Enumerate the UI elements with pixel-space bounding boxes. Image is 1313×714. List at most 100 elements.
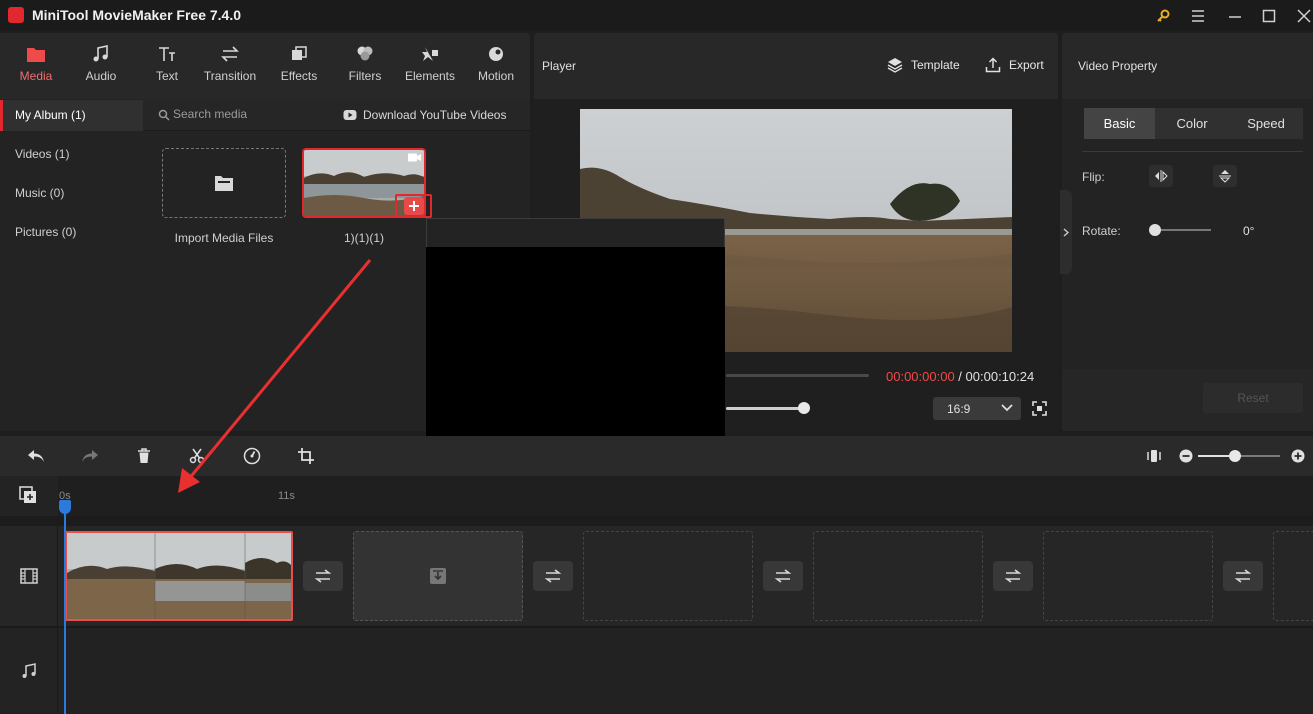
template-button[interactable]: Template [887, 57, 960, 73]
time-separator: / [954, 369, 966, 384]
audio-track-header [0, 628, 58, 714]
property-title: Video Property [1078, 59, 1158, 73]
fit-timeline-button[interactable] [1143, 446, 1165, 466]
key-icon[interactable] [1153, 6, 1173, 26]
undo-icon [28, 450, 44, 462]
zoom-in-icon[interactable] [1291, 449, 1305, 463]
media-search-bar: Download YouTube Videos [143, 99, 530, 131]
tab-media[interactable]: Media [4, 43, 68, 89]
reset-button[interactable]: Reset [1203, 383, 1303, 413]
flip-label: Flip: [1082, 170, 1105, 184]
folder-icon [26, 43, 46, 65]
panel-collapse-handle[interactable] [1060, 190, 1072, 274]
maximize-icon[interactable] [1259, 6, 1279, 26]
chevron-right-icon [1063, 227, 1069, 237]
album-item-my-album[interactable]: My Album (1) [0, 100, 143, 131]
tab-audio[interactable]: Audio [69, 43, 133, 89]
divider [1082, 151, 1303, 152]
menu-icon[interactable] [1188, 6, 1208, 26]
transition-slot-button[interactable] [763, 561, 803, 591]
volume-slider-knob[interactable] [798, 402, 810, 414]
timeline-drop-slot[interactable] [353, 531, 523, 621]
import-media-button[interactable] [162, 148, 286, 218]
minimize-icon[interactable] [1225, 6, 1245, 26]
search-icon [158, 109, 170, 121]
album-item-videos[interactable]: Videos (1) [0, 139, 143, 170]
filters-icon [355, 43, 375, 65]
timeline-empty-slot[interactable] [583, 531, 753, 621]
total-time: 00:00:10:24 [965, 369, 1035, 384]
plus-icon [409, 201, 419, 211]
album-item-pictures[interactable]: Pictures (0) [0, 217, 143, 248]
clip-filmstrip-image [67, 533, 291, 619]
hover-preview-frame [426, 218, 725, 248]
close-icon[interactable] [1294, 6, 1313, 26]
timeline-empty-slot[interactable] [1043, 531, 1213, 621]
tab-filters[interactable]: Filters [333, 43, 397, 89]
current-time: 00:00:00:00 [886, 369, 955, 384]
tab-text[interactable]: Text [135, 43, 199, 89]
hover-preview-window [426, 247, 725, 438]
album-item-music[interactable]: Music (0) [0, 178, 143, 209]
flip-horizontal-button[interactable] [1149, 165, 1173, 187]
volume-slider-track[interactable] [726, 407, 804, 410]
aspect-ratio-select[interactable]: 16:9 [933, 397, 1021, 420]
tab-basic[interactable]: Basic [1084, 108, 1155, 139]
elements-icon [420, 43, 440, 65]
tab-motion[interactable]: Motion [464, 43, 528, 89]
export-icon [985, 57, 1001, 73]
playhead-line[interactable] [64, 502, 66, 714]
add-track-icon[interactable] [19, 486, 37, 504]
annotation-arrow [170, 255, 380, 500]
zoom-slider-knob[interactable] [1229, 450, 1241, 462]
undo-button[interactable] [25, 446, 47, 466]
rotate-slider-knob[interactable] [1149, 224, 1161, 236]
download-youtube-button[interactable]: Download YouTube Videos [343, 108, 506, 122]
film-strip-icon [19, 568, 38, 584]
transition-slot-button[interactable] [533, 561, 573, 591]
transition-arrows-icon [774, 569, 792, 583]
video-camera-icon [408, 153, 421, 162]
flip-horizontal-icon [1155, 170, 1168, 182]
timeline-empty-slot[interactable] [1273, 531, 1313, 621]
media-clip-name: 1)(1)(1) [343, 231, 384, 245]
trash-icon [138, 448, 150, 463]
transition-arrows-icon [220, 43, 240, 65]
redo-button[interactable] [79, 446, 101, 466]
tab-effects[interactable]: Effects [267, 43, 331, 89]
flip-vertical-button[interactable] [1213, 165, 1237, 187]
fullscreen-icon[interactable] [1032, 401, 1047, 416]
effects-icon [290, 43, 308, 65]
tab-transition[interactable]: Transition [198, 43, 262, 89]
delete-button[interactable] [133, 446, 155, 466]
player-header [534, 33, 1058, 99]
transition-arrows-icon [1234, 569, 1252, 583]
rotate-slider-track[interactable] [1155, 229, 1211, 231]
text-icon [157, 43, 177, 65]
tab-speed[interactable]: Speed [1229, 108, 1303, 139]
music-note-icon [92, 43, 110, 65]
rotate-value: 0° [1243, 224, 1255, 238]
audio-track[interactable] [58, 628, 1313, 714]
playhead-handle[interactable] [59, 500, 71, 514]
transition-slot-button[interactable] [1223, 561, 1263, 591]
timeline-empty-slot[interactable] [813, 531, 983, 621]
transition-slot-button[interactable] [303, 561, 343, 591]
motion-icon [487, 43, 505, 65]
transition-arrows-icon [314, 569, 332, 583]
timeline-video-clip[interactable] [65, 531, 293, 621]
timecode-display: 00:00:00:00 / 00:00:10:24 [886, 369, 1034, 384]
transition-slot-button[interactable] [993, 561, 1033, 591]
tab-color[interactable]: Color [1155, 108, 1229, 139]
zoom-out-icon[interactable] [1179, 449, 1193, 463]
export-button[interactable]: Export [985, 57, 1044, 73]
tab-elements[interactable]: Elements [398, 43, 462, 89]
layers-icon [887, 58, 903, 73]
search-input[interactable] [173, 107, 323, 121]
ruler-divider [0, 516, 1313, 526]
playback-progress-bar[interactable] [726, 374, 869, 377]
transition-arrows-icon [544, 569, 562, 583]
add-to-timeline-button[interactable] [404, 197, 424, 215]
app-title: MiniTool MovieMaker Free 7.4.0 [32, 7, 242, 23]
fit-timeline-icon [1147, 450, 1161, 462]
